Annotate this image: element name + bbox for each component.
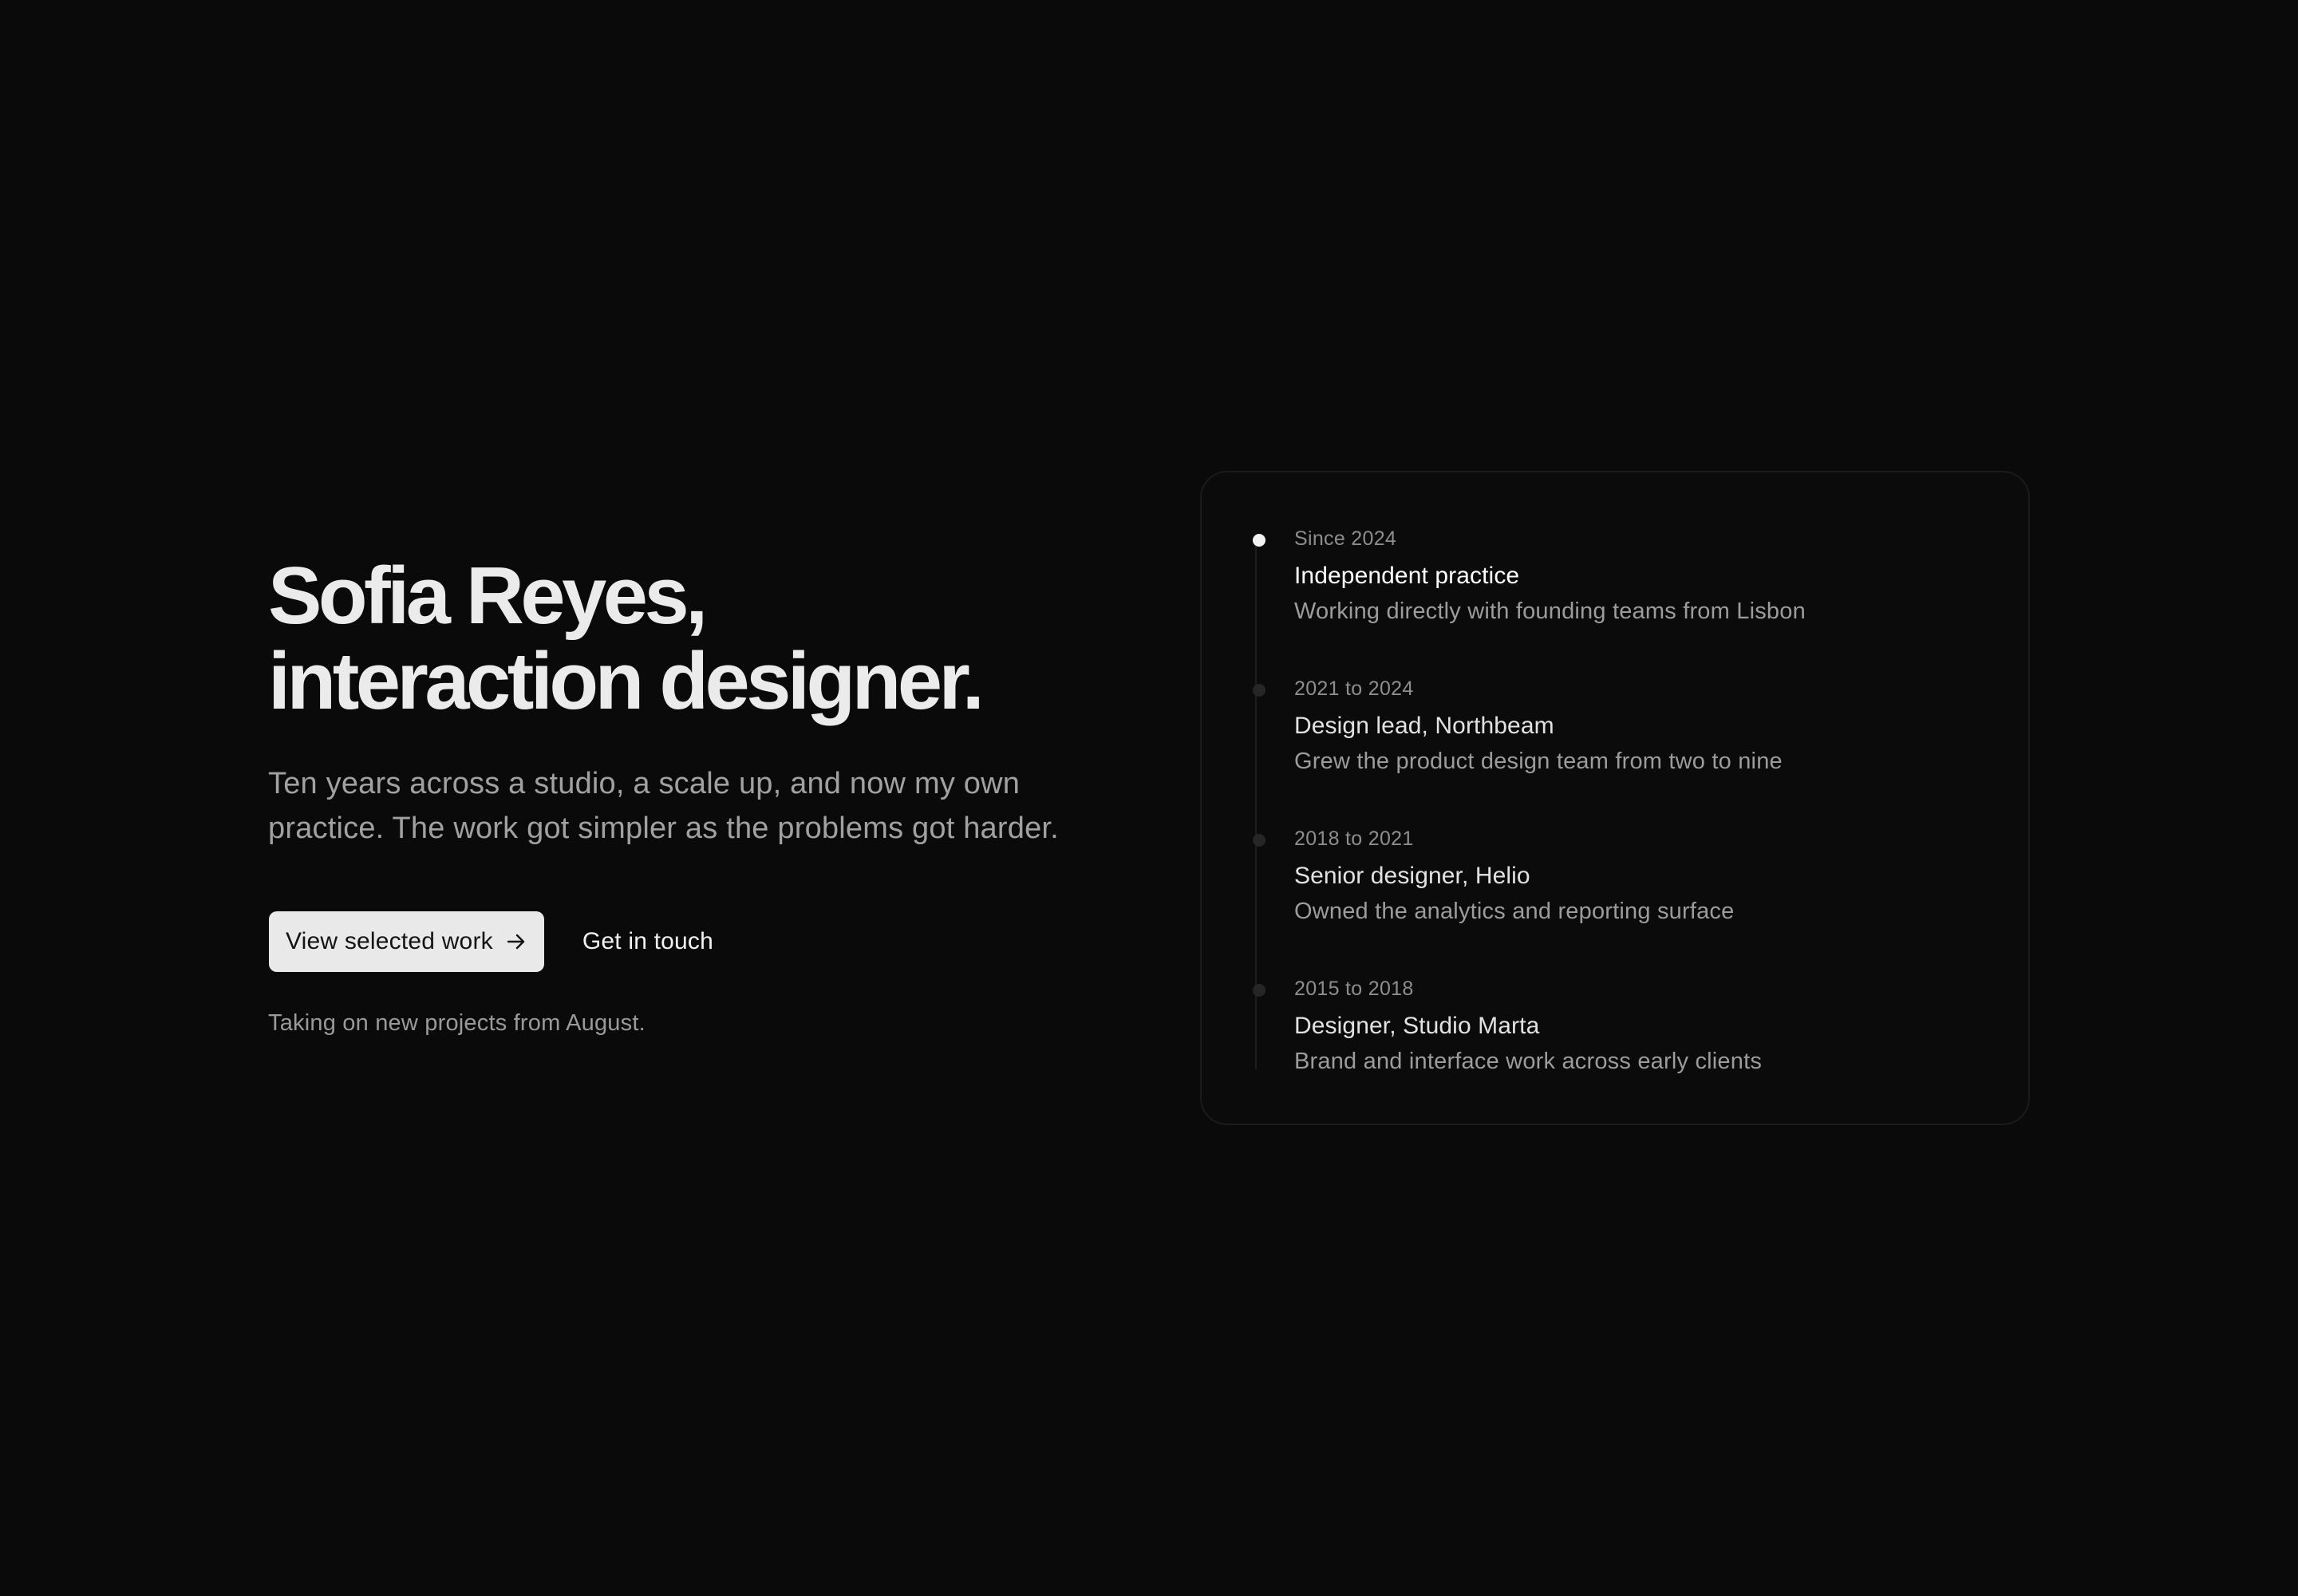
entry-date: 2015 to 2018 (1294, 978, 1414, 1000)
entry-description: Brand and interface work across early cl… (1294, 1049, 1763, 1074)
view-selected-work-label: View selected work (286, 928, 493, 954)
entry-role: Design lead, Northbeam (1294, 713, 1554, 739)
availability-note: Taking on new projects from August. (268, 1010, 646, 1036)
timeline-entry: 2015 to 2018 Designer, Studio Marta Bran… (1253, 977, 1996, 1076)
timeline-dot (1253, 834, 1265, 847)
experience-timeline: Since 2024 Independent practice Working … (1202, 472, 2028, 1124)
entry-date: 2018 to 2021 (1294, 828, 1414, 850)
entry-description: Grew the product design team from two to… (1294, 749, 1783, 774)
timeline-entry: 2018 to 2021 Senior designer, Helio Owne… (1253, 827, 1996, 926)
hero-section: Sofia Reyes, interaction designer. Ten y… (268, 554, 1098, 1037)
title-line-role: interaction designer. (268, 637, 985, 726)
entry-role: Independent practice (1294, 563, 1520, 589)
timeline-entry: 2021 to 2024 Design lead, Northbeam Grew… (1253, 677, 1996, 776)
experience-timeline-card: Since 2024 Independent practice Working … (1200, 471, 2030, 1125)
intro-line-1: Ten years across a studio, a scale up, a… (268, 767, 1021, 800)
entry-description: Working directly with founding teams fro… (1294, 598, 1806, 624)
timeline-dot-current (1253, 534, 1265, 547)
intro-line-2: practice. The work got simpler as the pr… (268, 812, 1059, 845)
hero-intro: Ten years across a studio, a scale up, a… (268, 761, 1098, 851)
entry-date: 2021 to 2024 (1294, 678, 1414, 700)
timeline-dot (1253, 684, 1265, 697)
title-line-name: Sofia Reyes, (268, 551, 708, 641)
entry-role: Designer, Studio Marta (1294, 1013, 1540, 1039)
timeline-dot (1253, 984, 1265, 997)
timeline-entry: Since 2024 Independent practice Working … (1253, 527, 1996, 626)
get-in-touch-link[interactable]: Get in touch (582, 928, 713, 955)
page-title: Sofia Reyes, interaction designer. (268, 554, 1098, 725)
entry-description: Owned the analytics and reporting surfac… (1294, 899, 1735, 924)
arrow-right-icon (507, 934, 525, 950)
entry-date: Since 2024 (1294, 527, 1397, 550)
entry-role: Senior designer, Helio (1294, 863, 1530, 889)
hero-actions: View selected work Get in touch (268, 911, 1098, 972)
view-selected-work-button[interactable]: View selected work (269, 911, 544, 972)
